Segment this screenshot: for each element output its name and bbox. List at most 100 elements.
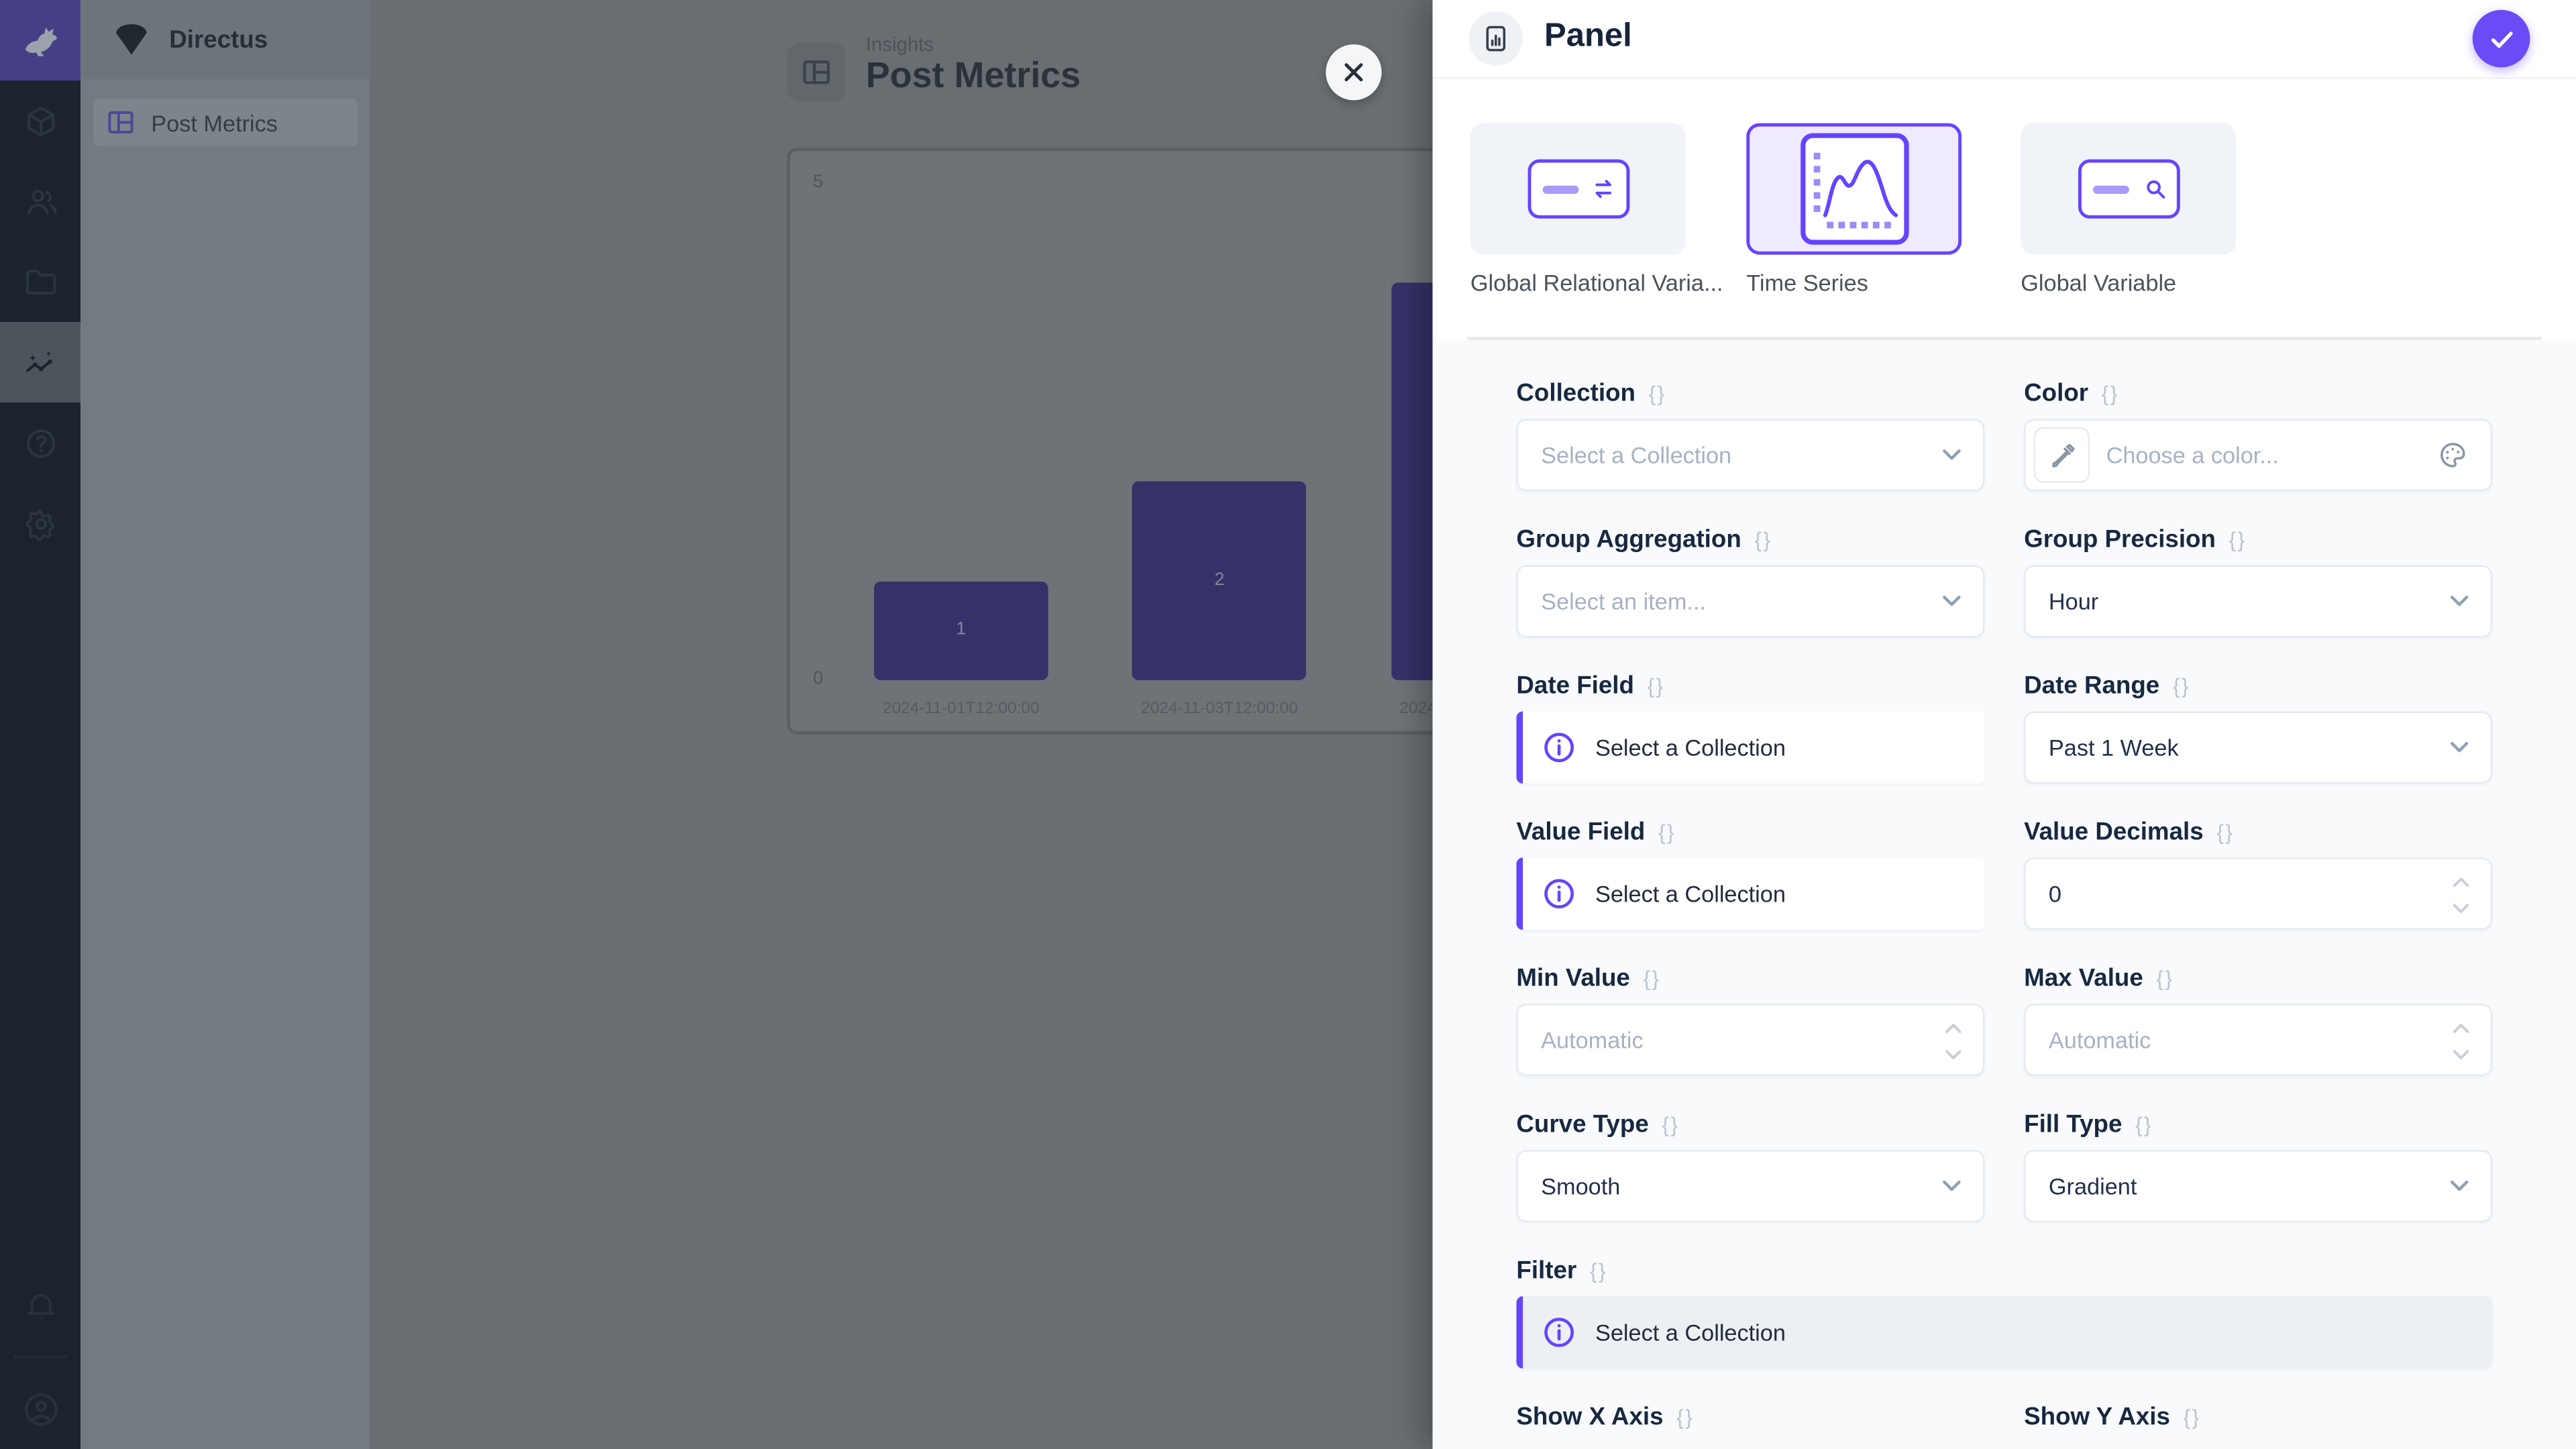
x-axis-tick-label: 2024-11-03T12:00:00	[1088, 700, 1351, 718]
y-axis-tick-label: 5	[800, 172, 823, 192]
min-value-input[interactable]: Automatic	[1516, 1004, 1984, 1076]
raw-value-toggle-icon[interactable]: {}	[1590, 1258, 1607, 1283]
module-users-button[interactable]	[0, 161, 80, 241]
raw-value-toggle-icon[interactable]: {}	[1662, 1112, 1679, 1137]
raw-value-toggle-icon[interactable]: {}	[2102, 381, 2119, 406]
raw-value-toggle-icon[interactable]: {}	[1754, 527, 1772, 552]
chevron-down-icon	[2449, 1179, 2469, 1193]
notifications-bell-icon	[22, 1287, 58, 1324]
panel-icon-button	[1468, 11, 1523, 66]
field-show-x-axis: Show X Axis {}	[1516, 1403, 1984, 1442]
color-input[interactable]: Choose a color...	[2024, 419, 2492, 491]
raw-value-toggle-icon[interactable]: {}	[2216, 820, 2234, 845]
drawer-body: Collection {} Select a Collection Color {}…	[1433, 340, 2576, 1449]
raw-value-toggle-icon[interactable]: {}	[1658, 820, 1676, 845]
field-group-precision: Group Precision{} Hour	[2024, 526, 2492, 638]
notifications-button[interactable]	[0, 1265, 80, 1346]
save-panel-button[interactable]	[2473, 10, 2530, 68]
palette-icon[interactable]	[2438, 440, 2467, 470]
panel-type-label: Global Variable	[2021, 270, 2176, 296]
raw-value-toggle-icon[interactable]: {}	[1643, 966, 1660, 991]
field-value-field: Value Field {} Select a Collection	[1516, 818, 1984, 930]
x-axis-tick-label: 2024-11-01T12:00:00	[830, 700, 1093, 718]
sidebar-item-label: Post Metrics	[151, 109, 278, 136]
module-settings-button[interactable]	[0, 483, 80, 564]
check-icon	[2487, 24, 2516, 54]
field-min-value: Min Value {} Automatic	[1516, 965, 1984, 1077]
field-color: Color {} Choose a color...	[2024, 380, 2492, 492]
panel-type-label: Time Series	[1746, 270, 1868, 296]
info-icon	[1543, 1316, 1576, 1349]
help-icon	[22, 425, 58, 461]
field-fill-type: Fill Type{} Gradient	[2024, 1111, 2492, 1223]
panel-type-global-relational-variable[interactable]	[1470, 123, 1686, 255]
chevron-down-icon	[1942, 1179, 1962, 1193]
number-stepper-icon[interactable]	[2451, 1020, 2471, 1063]
field-label: Collection	[1516, 380, 1635, 408]
date-field-notice: Select a Collection	[1516, 711, 1984, 784]
filter-notice: Select a Collection	[1516, 1296, 2492, 1368]
info-icon	[1543, 731, 1576, 764]
panel-editor-drawer: Panel Global Relational Varia...	[1433, 0, 2576, 1449]
drawer-title: Panel	[1544, 18, 1632, 56]
field-label: Date Range	[2024, 672, 2159, 700]
date-range-select[interactable]: Past 1 Week	[2024, 711, 2492, 784]
field-collection: Collection {} Select a Collection	[1516, 380, 1984, 492]
chevron-down-icon	[1942, 449, 1962, 462]
curve-type-select[interactable]: Smooth	[1516, 1150, 1984, 1222]
number-stepper-icon[interactable]	[2451, 874, 2471, 917]
field-max-value: Max Value{} Automatic	[2024, 965, 2492, 1077]
breadcrumb[interactable]: Insights	[866, 33, 934, 56]
content-cube-icon	[22, 103, 58, 139]
module-files-button[interactable]	[0, 241, 80, 322]
field-label: Group Aggregation	[1516, 526, 1741, 554]
dashboard-title-icon-button[interactable]	[787, 43, 846, 102]
y-axis-tick-label: 0	[800, 669, 823, 688]
collection-select[interactable]: Select a Collection	[1516, 419, 1984, 491]
module-bar	[0, 0, 80, 1449]
eyedropper-icon	[2049, 443, 2074, 468]
number-stepper-icon[interactable]	[1943, 1020, 1963, 1063]
raw-value-toggle-icon[interactable]: {}	[2184, 1405, 2201, 1430]
raw-value-toggle-icon[interactable]: {}	[2156, 966, 2174, 991]
close-drawer-button[interactable]	[1326, 44, 1381, 100]
field-label: Show Y Axis	[2024, 1403, 2170, 1431]
raw-value-toggle-icon[interactable]: {}	[2135, 1112, 2153, 1137]
files-folder-icon	[22, 264, 58, 300]
max-value-input[interactable]: Automatic	[2024, 1004, 2492, 1076]
sidebar-item-post-metrics[interactable]: Post Metrics	[94, 99, 358, 146]
raw-value-toggle-icon[interactable]: {}	[1676, 1405, 1694, 1430]
module-content-button[interactable]	[0, 80, 80, 161]
panel-type-global-variable[interactable]	[2021, 123, 2236, 255]
drawer-header: Panel	[1433, 0, 2576, 79]
field-label: Value Field	[1516, 818, 1645, 847]
bar-value-label: 2	[1132, 570, 1307, 589]
field-filter: Filter{} Select a Collection	[1516, 1256, 2492, 1368]
field-label: Min Value	[1516, 965, 1629, 993]
project-chooser[interactable]: Directus	[80, 0, 370, 79]
navigation-sidebar: Directus Post Metrics	[80, 0, 370, 1449]
panel-type-time-series[interactable]	[1746, 123, 1962, 255]
directus-logo-button[interactable]	[0, 0, 80, 80]
project-logo-icon	[113, 23, 150, 56]
dashboard-icon	[107, 109, 135, 137]
raw-value-toggle-icon[interactable]: {}	[2173, 674, 2190, 698]
user-menu-button[interactable]	[0, 1368, 80, 1449]
app-window: Directus Post Metrics Insights Post Metr…	[0, 0, 2576, 1449]
field-label: Show X Axis	[1516, 1403, 1663, 1431]
eyedropper-button[interactable]	[2034, 427, 2090, 483]
value-field-notice: Select a Collection	[1516, 857, 1984, 930]
module-insights-button[interactable]	[0, 322, 80, 402]
module-help-button[interactable]	[0, 402, 80, 483]
user-avatar-icon	[21, 1389, 60, 1429]
value-decimals-input[interactable]: 0	[2024, 857, 2492, 930]
group-aggregation-select[interactable]: Select an item...	[1516, 565, 1984, 637]
info-icon	[1543, 877, 1576, 910]
raw-value-toggle-icon[interactable]: {}	[1648, 674, 1665, 698]
raw-value-toggle-icon[interactable]: {}	[1649, 381, 1666, 406]
settings-gear-icon	[22, 505, 58, 541]
raw-value-toggle-icon[interactable]: {}	[2229, 527, 2247, 552]
field-label: Color	[2024, 380, 2088, 408]
fill-type-select[interactable]: Gradient	[2024, 1150, 2492, 1222]
group-precision-select[interactable]: Hour	[2024, 565, 2492, 637]
